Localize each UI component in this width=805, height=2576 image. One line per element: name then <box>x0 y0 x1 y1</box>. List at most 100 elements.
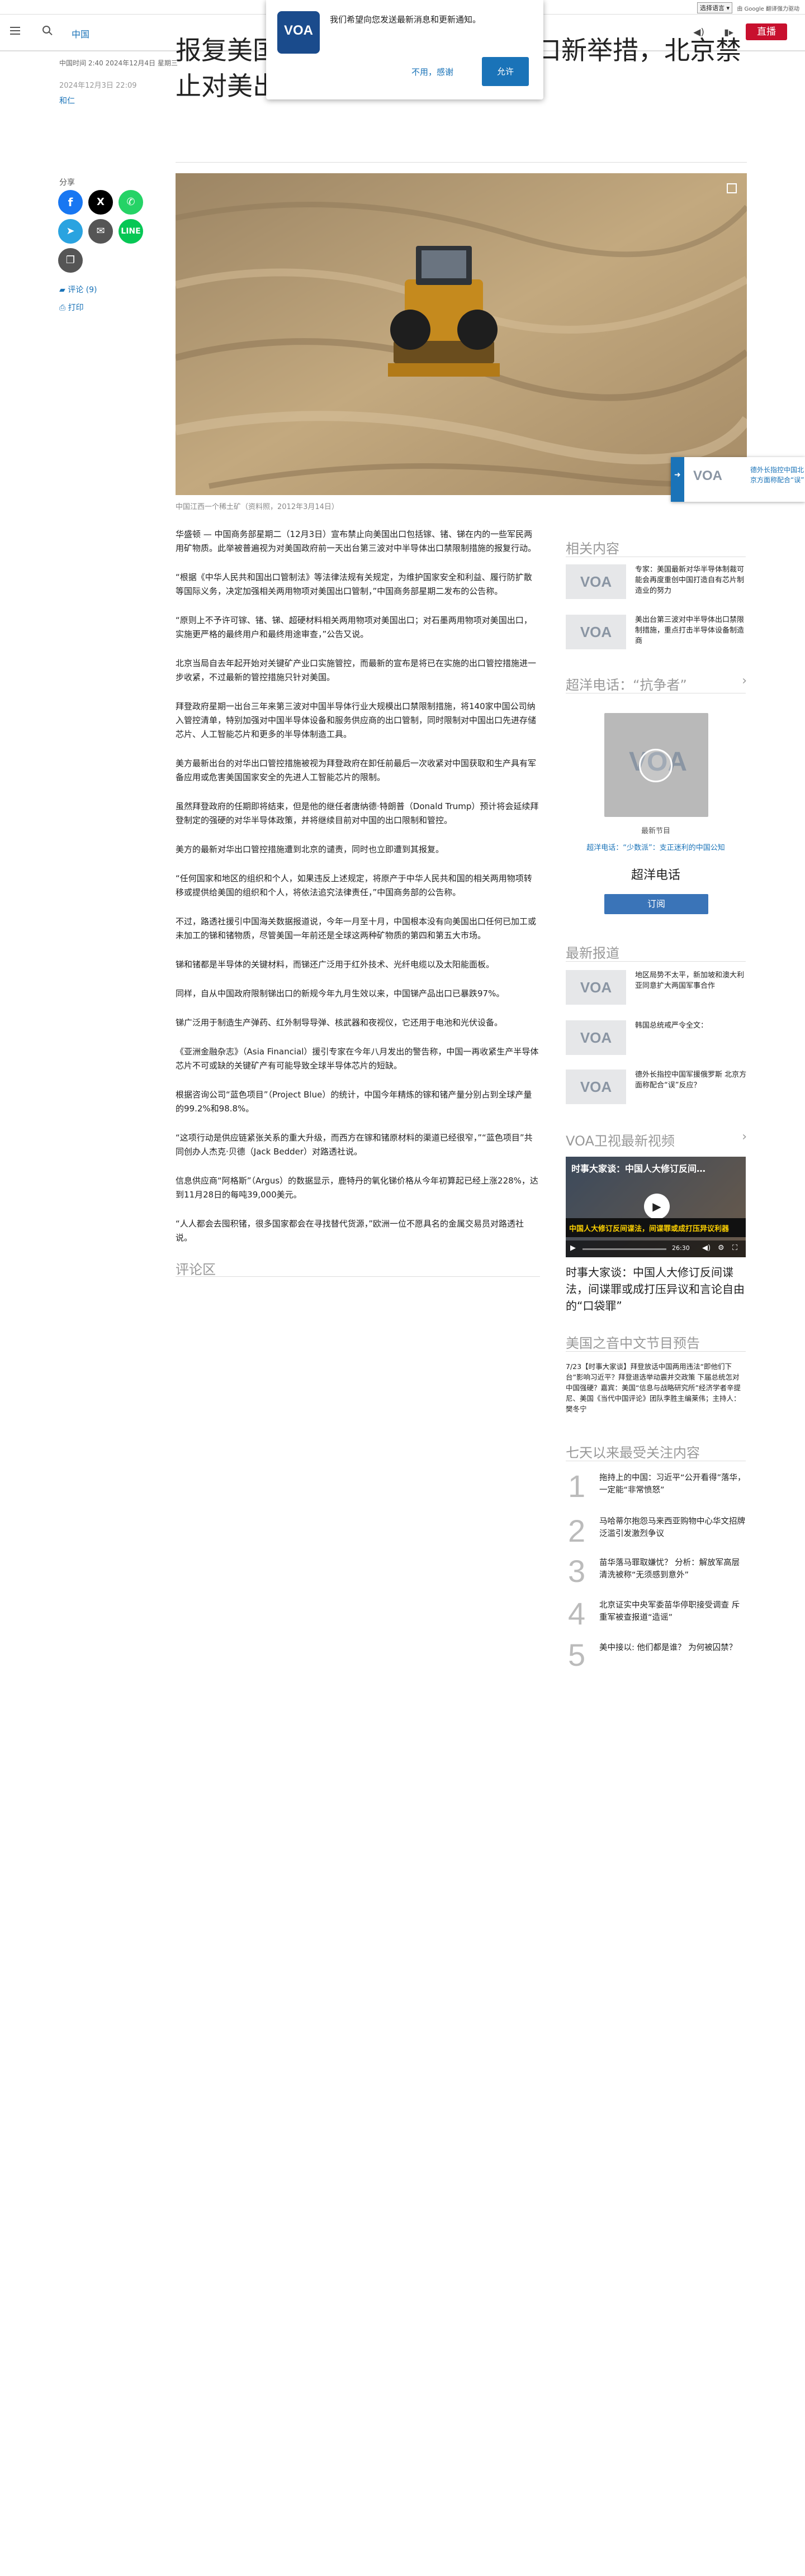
rank-number: 5 <box>568 1637 586 1672</box>
line-share-button[interactable]: LINE <box>119 219 143 244</box>
latest-link[interactable]: 韩国总统戒严令全文： <box>635 1020 747 1031</box>
expand-icon[interactable] <box>727 183 737 193</box>
menu-icon[interactable] <box>10 27 20 35</box>
popular-link[interactable]: 美中接以: 他们都是谁？ 为何被囚禁？ <box>599 1642 746 1654</box>
body-paragraph: 美方最新出台的对华出口管控措施被视为拜登政府在卸任前最后一次收紧对中国获取和生产… <box>176 758 537 782</box>
whatsapp-share-button[interactable]: ✆ <box>119 190 143 215</box>
body-paragraph: 虽然拜登政府的任期即将结束，但是他的继任者唐纳德·特朗普（Donald Trum… <box>176 801 539 825</box>
print-link-label: 打印 <box>68 303 84 312</box>
title-divider <box>176 162 747 163</box>
email-icon: ✉ <box>96 225 105 237</box>
body-paragraph: 锑广泛用于制造生产弹药、红外制导导弹、核武器和夜视仪，它还用于电池和光伏设备。 <box>176 1018 503 1028</box>
progress-bar[interactable] <box>583 1248 666 1250</box>
facebook-share-button[interactable]: f <box>58 190 83 215</box>
radio-heading[interactable]: 超洋电话：“抗争者” <box>566 674 687 693</box>
search-icon[interactable] <box>42 26 50 34</box>
share-label: 分享 <box>59 178 75 187</box>
x-share-button[interactable]: X <box>88 190 113 215</box>
language-select-label: 选择语言 <box>699 4 724 12</box>
latest-thumbnail[interactable]: VOA <box>566 970 626 1005</box>
allow-button[interactable]: 允许 <box>482 57 529 86</box>
copy-icon: ❐ <box>65 254 75 266</box>
video-player[interactable]: 时事大家谈：中国人大修订反间谍法 ▶ 中国人大修订反间谍法，间谍罪或成打压异议利… <box>566 1157 746 1257</box>
rank-number: 1 <box>568 1468 586 1504</box>
facebook-icon: f <box>68 196 73 209</box>
email-share-button[interactable]: ✉ <box>88 219 113 244</box>
related-flyout[interactable]: ➜ VOA 德外长指控中国北京方面称配合“误” <box>671 457 805 502</box>
episode-link[interactable]: 超洋电话：“少数派”：支正迷利的中国公知 <box>566 842 746 852</box>
hero-image <box>176 173 747 495</box>
related-link[interactable]: 美出台第三波对中半导体出口禁限制措施，重点打击半导体设备制造商 <box>635 615 747 647</box>
telegram-icon: ➤ <box>66 225 75 237</box>
notification-text: 我们希望向您发送最新消息和更新通知。 <box>330 15 481 25</box>
subscribe-button[interactable]: 订阅 <box>604 894 708 914</box>
popular-link[interactable]: 苗华落马罪取嫌忧？ 分析：解放军高层清洗被称“无须感到意外” <box>599 1557 746 1581</box>
divider <box>566 961 746 962</box>
play-icon[interactable]: ▶ <box>644 1194 670 1219</box>
comment-icon: ▰ <box>59 286 68 294</box>
body-paragraph: “任何国家和地区的组织和个人，如果违反上述规定，将原产于中华人民共和国的相关两用… <box>176 873 532 897</box>
comments-link[interactable]: ▰ 评论 (9) <box>59 284 97 295</box>
video-controls[interactable]: ▶ 26:30 ◀) ⚙ ⛶ <box>566 1241 746 1257</box>
line-icon: LINE <box>121 227 141 236</box>
video-title-link[interactable]: 时事大家谈：中国人大修订反间谍法，间谍罪或成打压异议和言论自由的“口袋罪” <box>566 1264 746 1314</box>
body-paragraph: “根据《中华人民共和国出口管制法》等法律法规有关规定，为维护国家安全和利益、履行… <box>176 572 532 596</box>
body-paragraph: 《亚洲金融杂志》（Asia Financial）援引专家在今年八月发出的警告称，… <box>176 1047 539 1071</box>
video-heading[interactable]: VOA卫视最新视频 <box>566 1130 675 1149</box>
schedule-heading: 美国之音中文节目预告 <box>566 1335 700 1351</box>
voa-logo: VOA <box>277 11 320 54</box>
decline-button[interactable]: 不用，感谢 <box>411 66 453 78</box>
schedule-item[interactable]: 7/23【时事大家谈】拜登放话中国两用违法“即他们下台”影响习近平？拜登退选举动… <box>566 1361 746 1414</box>
quarry-loader-illustration <box>176 173 747 495</box>
copy-link-button[interactable]: ❐ <box>58 248 83 273</box>
current-time-label: 中国时间 2:40 2024年12月4日 星期三 <box>59 59 178 67</box>
popular-heading: 七天以来最受关注内容 <box>566 1445 700 1461</box>
body-paragraph: 信息供应商“阿格斯”（Argus）的数据显示，鹿特丹的氧化锑价格从今年初算起已经… <box>176 1176 538 1200</box>
chevron-right-icon[interactable]: › <box>742 1130 747 1144</box>
language-select[interactable]: 选择语言 ▾ <box>697 2 732 13</box>
related-thumbnail[interactable]: VOA <box>566 615 626 649</box>
chevron-right-icon[interactable]: › <box>742 674 747 688</box>
play-icon[interactable]: ▶ <box>570 1244 576 1252</box>
author-link[interactable]: 和仁 <box>59 95 75 106</box>
related-link[interactable]: 专家：美国最新对华半导体制裁可能会再度重创中国打造自有芯片制造业的努力 <box>635 564 747 596</box>
latest-episode-label: 最新节目 <box>641 827 670 835</box>
popular-link[interactable]: 拖持上的中国：习近平“公开看得”落华，一定能“非常愤怒” <box>599 1472 746 1496</box>
latest-thumbnail[interactable]: VOA <box>566 1020 626 1055</box>
whatsapp-icon: ✆ <box>126 196 135 208</box>
live-button[interactable]: 直播 <box>746 23 787 40</box>
comments-link-label: 评论 (9) <box>68 286 97 294</box>
telegram-share-button[interactable]: ➤ <box>58 219 83 244</box>
video-banner: 中国人大修订反间谍法，间谍罪或成打压异议利器 <box>566 1218 746 1237</box>
volume-icon[interactable]: ◀) <box>702 1244 711 1252</box>
body-paragraph: 华盛顿 — 中国商务部星期二（12月3日）宣布禁止向美国出口包括镓、锗、锑在内的… <box>176 529 537 553</box>
popular-link[interactable]: 马哈蒂尔抱怨马来西亚购物中心华文招牌泛滥引发激烈争议 <box>599 1515 746 1540</box>
latest-heading: 最新报道 <box>566 945 619 961</box>
body-paragraph: 不过，路透社援引中国海关数据报道说，今年一月至十月，中国根本没有向美国出口任何已… <box>176 916 537 940</box>
comments-heading: 评论区 <box>176 1262 216 1277</box>
radio-program-thumbnail[interactable]: VOA <box>604 713 708 817</box>
popular-link[interactable]: 北京证实中央军委苗华停职接受调查 斥重军被查报道“造谣” <box>599 1599 746 1624</box>
play-icon[interactable] <box>639 749 673 782</box>
nav-home-link[interactable]: 中国 <box>72 27 89 40</box>
latest-link[interactable]: 德外长指控中国军援俄罗斯 北京方面称配合“误”反应？ <box>635 1070 747 1091</box>
latest-link[interactable]: 地区局势不太平，新加坡和澳大利亚同意扩大两国军事合作 <box>635 970 747 991</box>
body-paragraph: “原则上不予许可镓、锗、锑、超硬材料相关两用物项对美国出口；对石墨两用物项对美国… <box>176 615 532 639</box>
body-paragraph: “这项行动是供应链紧张关系的重大升级，而西方在镓和锗原材料的渠道已经很窄，”“蓝… <box>176 1133 533 1157</box>
voa-logo: VOA <box>693 468 723 483</box>
fullscreen-icon[interactable]: ⛶ <box>732 1244 737 1252</box>
arrow-right-icon: ➜ <box>674 470 681 479</box>
latest-thumbnail[interactable]: VOA <box>566 1070 626 1104</box>
translate-credit: 由 Google 翻译强力驱动 <box>737 6 799 12</box>
print-link[interactable]: ⎙ 打印 <box>59 302 84 313</box>
image-caption: 中国江西一个稀土矿（资料照，2012年3月14日） <box>176 503 339 511</box>
settings-icon[interactable]: ⚙ <box>718 1244 724 1252</box>
program-name: 超洋电话 <box>631 868 680 882</box>
related-thumbnail[interactable]: VOA <box>566 564 626 599</box>
comments-divider <box>176 1276 540 1277</box>
x-icon: X <box>97 196 105 208</box>
rank-number: 3 <box>568 1553 586 1589</box>
flyout-text: 德外长指控中国北京方面称配合“误” <box>750 466 804 484</box>
body-paragraph: 拜登政府星期一出台三年来第三波对中国半导体行业大规模出口禁限制措施，将140家中… <box>176 701 537 739</box>
video-overlay-title: 时事大家谈：中国人大修订反间谍法 <box>571 1163 711 1174</box>
